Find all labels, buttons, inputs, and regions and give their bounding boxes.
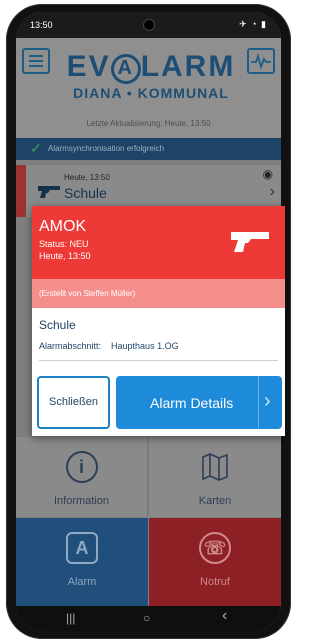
alarm-label: Alarm: [67, 576, 97, 588]
pistol-icon: [38, 186, 60, 198]
app-header: EV A LARM DIANA • KOMMUNAL Letzte Aktualis…: [16, 38, 281, 138]
alarm-date: Heute, 13:50: [64, 173, 110, 182]
status-icons: ✈ ◔ ▮: [239, 19, 267, 29]
phone-icon: ☏: [199, 532, 231, 564]
status-time: 13:50: [30, 20, 53, 30]
alarm-title: AMOK: [39, 218, 87, 235]
check-icon: ✓: [30, 140, 42, 156]
alarm-status: Status: NEU: [39, 239, 89, 249]
info-icon: i: [65, 451, 98, 483]
alarm-details-label: Alarm Details: [150, 395, 234, 411]
maps-tile[interactable]: Karten: [149, 437, 281, 517]
menu-icon: [29, 55, 43, 57]
pulse-button[interactable]: [247, 48, 275, 74]
recent-apps-button[interactable]: |||: [66, 611, 75, 625]
map-icon: [202, 453, 228, 481]
sync-text: Alarmsynchronisation erfolgreich: [48, 144, 165, 153]
android-nav-bar: ||| ○ ‹: [16, 606, 281, 631]
divider: [39, 360, 278, 361]
alarm-location-name: Schule: [39, 318, 76, 332]
alarm-dialog: AMOK Status: NEU Heute, 13:50 (Erstellt …: [32, 206, 285, 436]
alarm-time: Heute, 13:50: [39, 251, 91, 261]
status-bar: 13:50 ✈ ◔ ▮: [16, 12, 281, 38]
alarm-section: Alarmabschnitt: Haupthaus 1.OG: [39, 341, 179, 351]
alarm-a-icon: A: [66, 532, 98, 564]
information-label: Information: [53, 495, 110, 507]
last-update-text: Letzte Aktualisierung: Heute, 13:50: [86, 119, 211, 128]
heartbeat-icon: [251, 52, 271, 70]
dialog-header: AMOK Status: NEU Heute, 13:50: [32, 206, 285, 279]
sync-banner: ✓ Alarmsynchronisation erfolgreich: [16, 138, 281, 160]
alarm-tile[interactable]: A Alarm: [16, 518, 148, 606]
eye-icon: ◉: [262, 167, 273, 181]
button-separator: [258, 376, 259, 429]
notruf-tile[interactable]: ☏ Notruf: [149, 518, 281, 606]
back-button[interactable]: ‹: [222, 607, 227, 625]
evalarm-logo: EV A LARM DIANA • KOMMUNAL: [66, 50, 236, 102]
camera-cutout: [143, 19, 155, 31]
pistol-icon: [231, 232, 269, 252]
alarm-name: Schule: [64, 185, 107, 201]
chevron-right-icon: ›: [264, 390, 271, 412]
creator-bar: (Erstellt von Steffen Müller): [32, 279, 285, 308]
alarm-stripe: [16, 165, 26, 217]
maps-label: Karten: [198, 495, 232, 507]
notruf-label: Notruf: [200, 576, 230, 588]
information-tile[interactable]: i Information: [16, 437, 148, 517]
alarm-details-button[interactable]: Alarm Details ›: [116, 376, 282, 429]
home-button[interactable]: ○: [143, 611, 150, 625]
section-value: Haupthaus 1.OG: [111, 341, 179, 351]
chevron-right-icon: ›: [269, 183, 275, 200]
menu-button[interactable]: [22, 48, 50, 74]
creator-text: (Erstellt von Steffen Müller): [39, 289, 136, 298]
close-button[interactable]: Schließen: [37, 376, 110, 429]
section-label: Alarmabschnitt:: [39, 341, 102, 351]
